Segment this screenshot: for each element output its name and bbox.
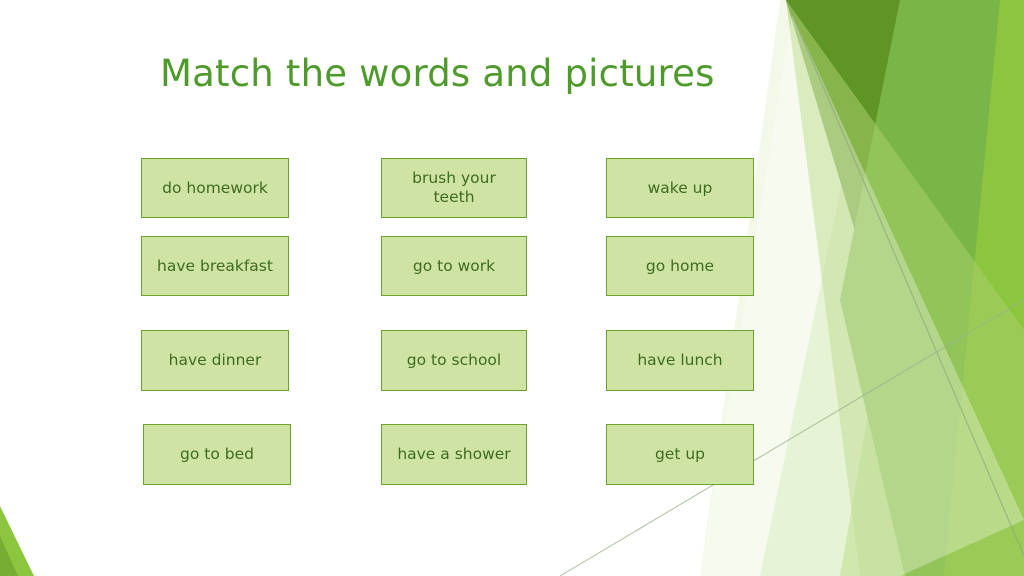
word-card[interactable]: go to bed xyxy=(143,424,291,485)
word-card[interactable]: go to work xyxy=(381,236,527,296)
word-card[interactable]: have lunch xyxy=(606,330,754,391)
word-card[interactable]: have breakfast xyxy=(141,236,289,296)
word-card[interactable]: go home xyxy=(606,236,754,296)
word-card[interactable]: do homework xyxy=(141,158,289,218)
word-card[interactable]: brush your teeth xyxy=(381,158,527,218)
page-title: Match the words and pictures xyxy=(160,52,715,95)
word-card[interactable]: go to school xyxy=(381,330,527,391)
word-card[interactable]: have a shower xyxy=(381,424,527,485)
word-card[interactable]: wake up xyxy=(606,158,754,218)
slide: Match the words and pictures do homework… xyxy=(0,0,1024,576)
word-card[interactable]: get up xyxy=(606,424,754,485)
word-card[interactable]: have dinner xyxy=(141,330,289,391)
